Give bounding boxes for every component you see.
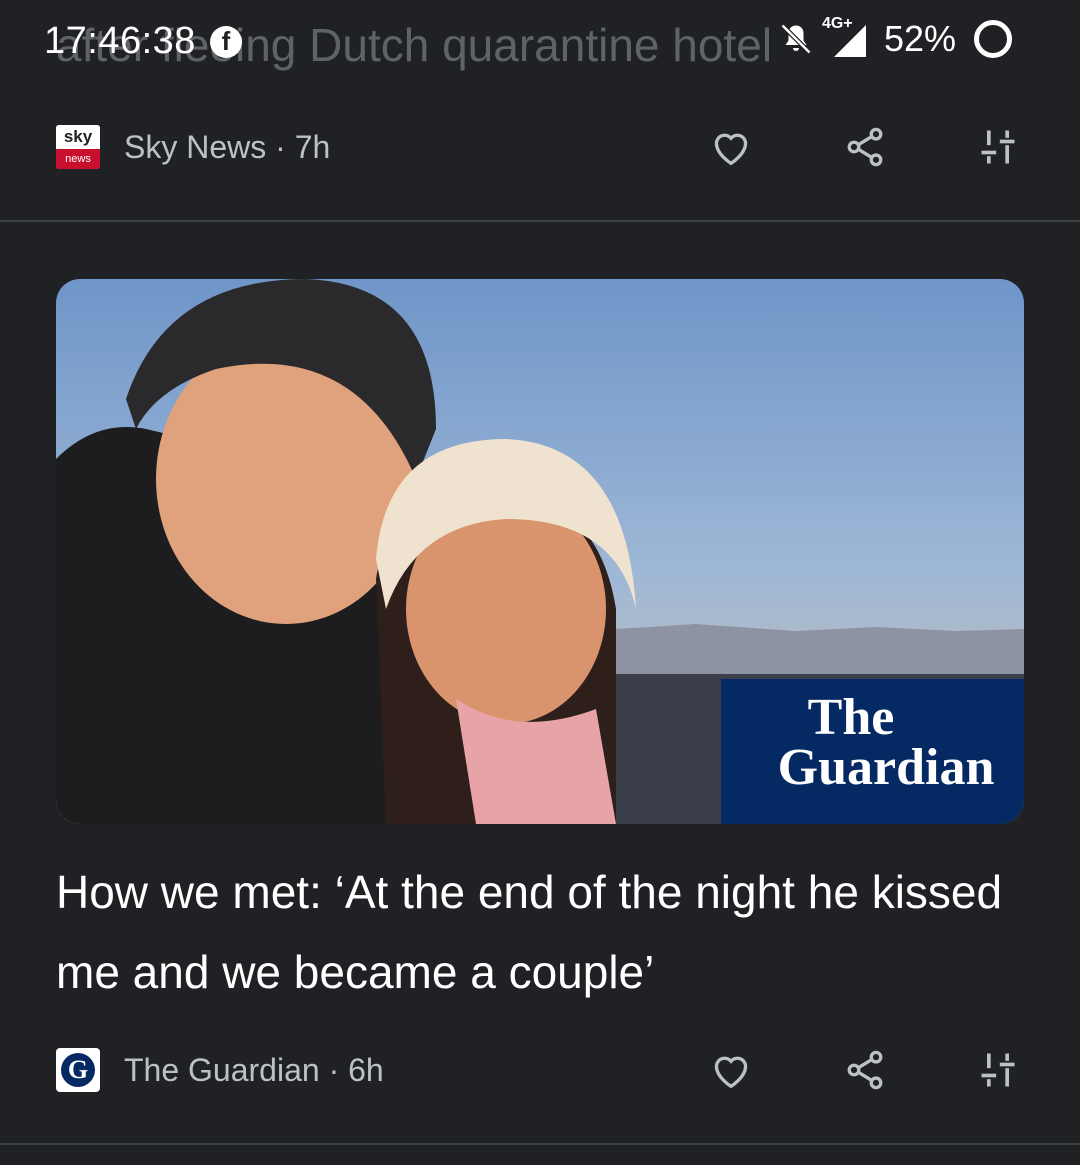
status-time: 17:46:38 [44,20,196,62]
guardian-watermark-line1: The [808,689,895,746]
more-options-button[interactable] [970,119,1026,175]
card-divider [0,220,1080,222]
like-button[interactable] [703,1042,759,1098]
like-button[interactable] [703,119,759,175]
battery-percent: 52% [883,18,956,59]
guardian-logo: G [56,1048,100,1092]
tune-icon [981,130,1015,164]
guardian-logo-mark: G [61,1053,95,1087]
share-button[interactable] [837,1042,893,1098]
bell-muted-icon [780,23,812,55]
status-left: 17:46:38 f [44,20,242,63]
more-options-button[interactable] [970,1042,1026,1098]
card-divider [0,1143,1080,1145]
heart-outline-icon [714,1056,748,1089]
sky-news-logo: sky news [56,125,100,169]
battery-icon [974,20,1012,58]
article-headline[interactable]: How we met: ‘At the end of the night he … [56,852,1016,1012]
signal-icon [833,25,866,57]
share-button[interactable] [837,119,893,175]
photo-illustration: The Guardian [56,279,1024,824]
article-image[interactable]: The Guardian [56,279,1024,824]
status-right: 4G+ 52% [778,15,1012,60]
guardian-logo-letter: G [67,1055,89,1084]
facebook-notification-icon: f [209,25,242,58]
share-icon [847,1050,883,1090]
previous-source-label[interactable]: Sky News · 7h [124,129,330,166]
card-meta: G The Guardian · 6h [0,1038,1080,1098]
source-label[interactable]: The Guardian · 6h [124,1052,384,1089]
sky-logo-bottom: news [56,149,100,169]
status-bar: after fleeing Dutch quarantine hotel 17:… [0,0,1080,90]
sky-logo-top: sky [56,125,100,149]
tune-icon [981,1053,1015,1087]
previous-card-meta: sky news Sky News · 7h [0,115,1080,175]
heart-outline-icon [714,133,748,166]
guardian-watermark-line2: Guardian [778,739,995,796]
share-icon [847,127,883,167]
signal-group: 4G+ [822,15,868,59]
